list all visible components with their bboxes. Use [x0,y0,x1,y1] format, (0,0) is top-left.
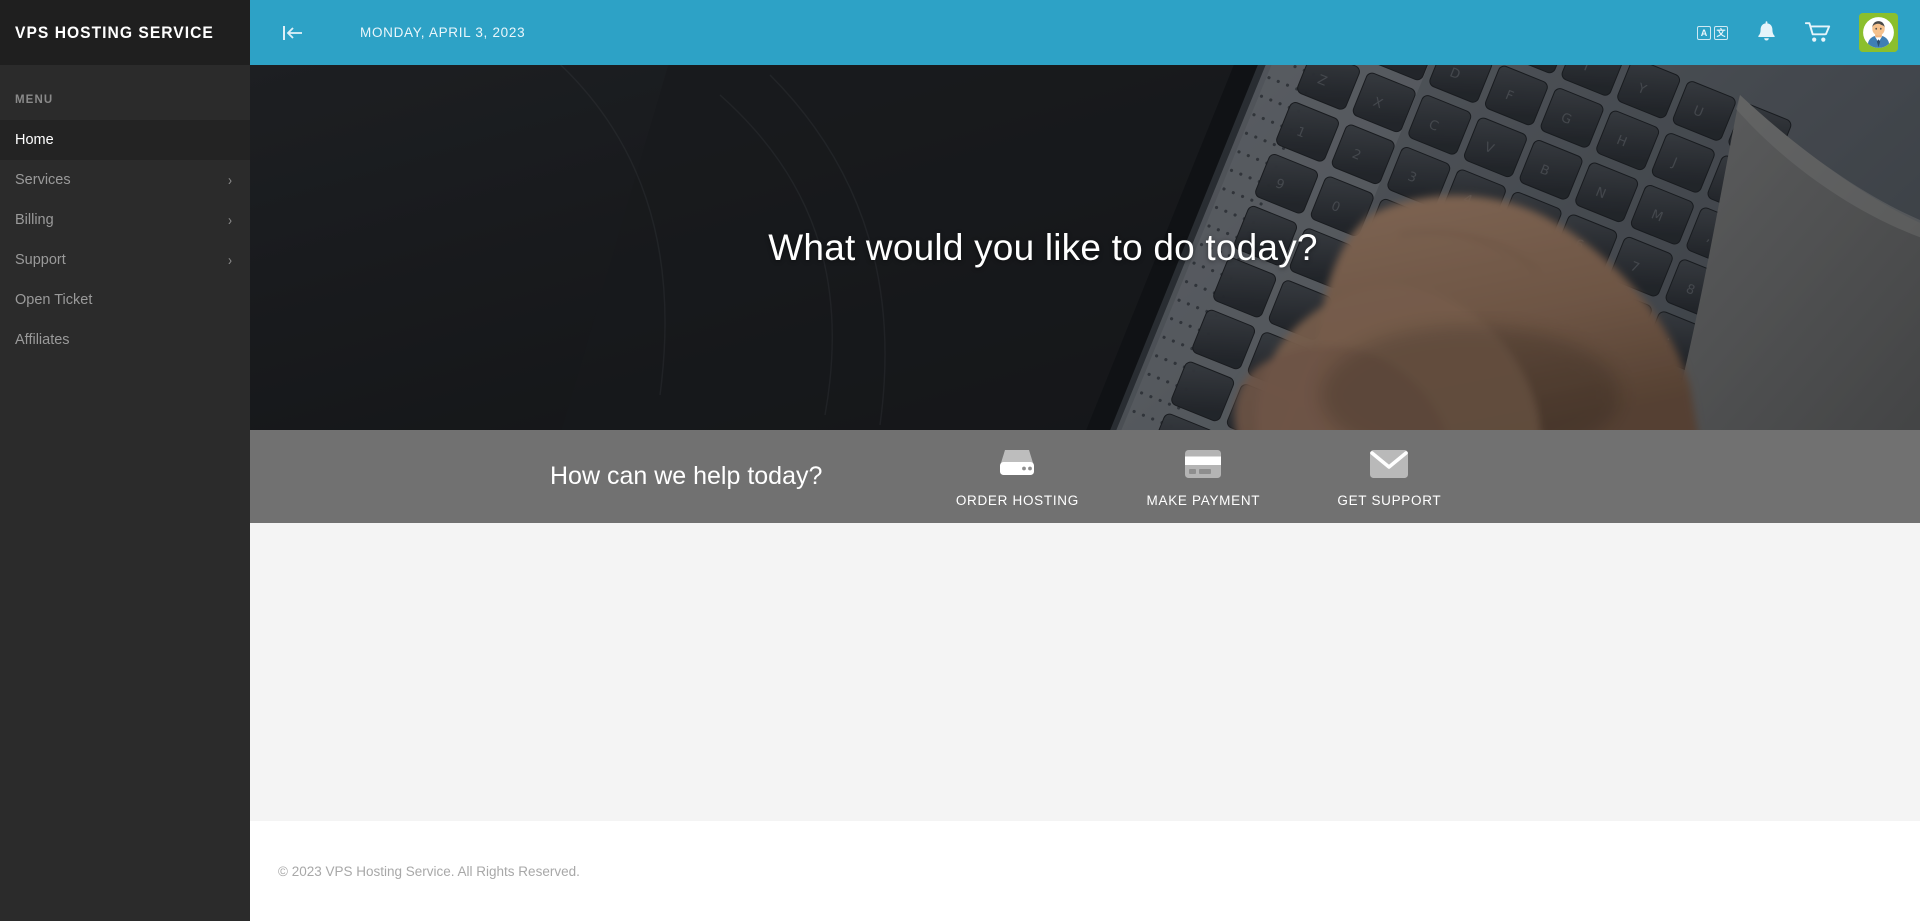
sidebar-menu-heading: MENU [15,94,54,106]
hero-banner: QWERTYUI ASDFGHJK ZXCVBNM, 12345678 90-=… [250,65,1920,430]
sidebar-item-home[interactable]: Home [0,120,250,160]
quick-action-label: ORDER HOSTING [955,492,1079,508]
sidebar-item-affiliates[interactable]: Affiliates [0,320,250,360]
sidebar-item-label: Affiliates [15,332,70,348]
sidebar-item-support[interactable]: Support › [0,240,250,280]
quick-action-label: MAKE PAYMENT [1146,492,1261,508]
quick-action-get-support[interactable]: GET SUPPORT [1296,446,1482,508]
quick-action-list: ORDER HOSTING MAKE PAYMENT GET SUPPORT [924,446,1482,508]
translate-icon[interactable]: A 文 [1697,25,1728,40]
chevron-right-icon: › [228,171,232,189]
app-root: VPS HOSTING SERVICE MENU Home Services › Bi… [0,0,1920,921]
collapse-sidebar-icon[interactable] [278,18,308,48]
server-icon [997,446,1037,482]
bell-icon[interactable] [1756,21,1777,44]
quick-actions-bar: How can we help today? ORDER HOSTING MAKE… [250,430,1920,523]
user-avatar[interactable] [1859,13,1898,52]
content-area [250,523,1920,821]
quick-action-label: GET SUPPORT [1337,492,1442,508]
hero-title: What would you like to do today? [768,226,1318,268]
sidebar: VPS HOSTING SERVICE MENU Home Services › Bi… [0,0,250,921]
shopping-cart-icon[interactable] [1805,21,1831,44]
footer: © 2023 VPS Hosting Service. All Rights R… [250,821,1920,921]
quick-action-order-hosting[interactable]: ORDER HOSTING [924,446,1110,508]
sidebar-item-label: Support [15,252,66,268]
chevron-right-icon: › [228,211,232,229]
quick-action-make-payment[interactable]: MAKE PAYMENT [1110,446,1296,508]
top-bar-actions: A 文 [1697,13,1898,52]
envelope-icon [1369,446,1409,482]
sidebar-item-billing[interactable]: Billing › [0,200,250,240]
sidebar-item-label: Home [15,132,54,148]
chevron-right-icon: › [228,251,232,269]
brand-name: VPS HOSTING SERVICE [15,22,214,42]
sidebar-item-label: Services [15,172,71,188]
credit-card-icon [1184,446,1222,482]
sidebar-item-label: Billing [15,212,54,228]
brand-logo[interactable]: VPS HOSTING SERVICE [0,0,250,65]
sidebar-item-open-ticket[interactable]: Open Ticket [0,280,250,320]
sidebar-nav: Home Services › Billing › Support › Open Ticket… [0,120,250,360]
copyright-text: © 2023 VPS Hosting Service. All Rights R… [278,863,580,879]
sidebar-item-label: Open Ticket [15,292,93,308]
translate-cjk-glyph: 文 [1714,25,1728,40]
main-area: MONDAY, APRIL 3, 2023 A 文 T Y U D F G H … [250,0,1920,921]
help-prompt: How can we help today? [550,462,823,490]
top-bar: MONDAY, APRIL 3, 2023 A 文 [250,0,1920,65]
sidebar-item-services[interactable]: Services › [0,160,250,200]
current-date: MONDAY, APRIL 3, 2023 [360,25,526,40]
translate-latin-glyph: A [1697,25,1711,40]
